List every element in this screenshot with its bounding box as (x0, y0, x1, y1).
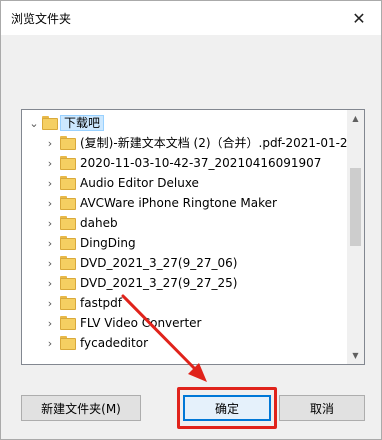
annotation-arrow-icon (121, 294, 207, 382)
